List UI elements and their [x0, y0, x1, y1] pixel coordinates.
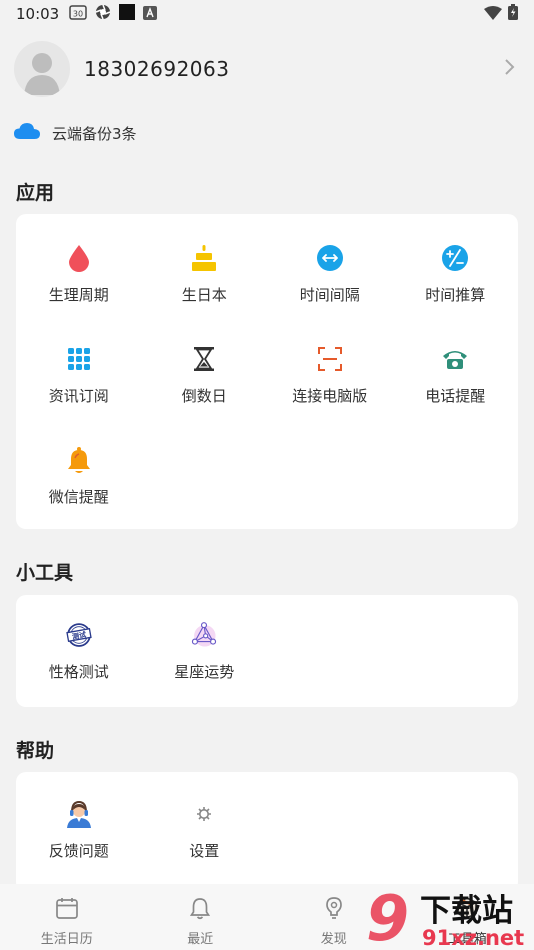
- tab-label: 生活日历: [40, 932, 93, 947]
- app-time-interval[interactable]: 时间间隔: [267, 214, 393, 315]
- tab-label: 最近: [187, 932, 214, 947]
- constellation-icon: [190, 621, 218, 649]
- app-label: 时间间隔: [299, 286, 360, 304]
- app-label: 生日本: [181, 286, 227, 304]
- calc-icon: [441, 244, 469, 272]
- profile-row[interactable]: 18302692063: [0, 38, 534, 100]
- apps-card: 生理周期 生日本 时间间隔 时间推算 资讯订阅 倒数日 连接电脑版 电话提醒 微…: [16, 214, 518, 529]
- cloud-backup-text: 云端备份3条: [52, 124, 137, 143]
- scan-icon: [316, 345, 344, 373]
- chevron-right-icon[interactable]: [504, 58, 516, 80]
- tool-horoscope[interactable]: 星座运势: [142, 595, 268, 696]
- section-title-apps: 应用: [16, 182, 55, 204]
- bulb-icon: [322, 896, 346, 924]
- gear-icon: [190, 800, 218, 828]
- tools-card: 测试 性格测试 星座运势: [16, 595, 518, 707]
- interval-icon: [316, 244, 344, 272]
- svg-text:91xz.net: 91xz.net: [422, 926, 524, 948]
- section-title-tools: 小工具: [16, 562, 74, 584]
- app-label: 倒数日: [181, 387, 227, 405]
- tab-recent[interactable]: 最近: [134, 884, 268, 950]
- drop-icon: [65, 244, 93, 272]
- app-label: 微信提醒: [48, 488, 109, 506]
- a-status-icon: [143, 5, 158, 24]
- help-settings[interactable]: 设置: [142, 772, 268, 873]
- app-time-calc[interactable]: 时间推算: [393, 214, 519, 315]
- square-status-icon: [119, 4, 136, 24]
- section-title-help: 帮助: [16, 740, 55, 762]
- test-stamp-icon: 测试: [65, 621, 93, 649]
- help-label: 设置: [189, 842, 220, 860]
- app-menstrual-cycle[interactable]: 生理周期: [16, 214, 142, 315]
- app-countdown[interactable]: 倒数日: [142, 315, 268, 416]
- app-wechat-reminder[interactable]: 微信提醒: [16, 416, 142, 517]
- svg-text:9: 9: [366, 888, 409, 948]
- tool-label: 星座运势: [174, 663, 235, 681]
- grid-icon: [65, 345, 93, 373]
- tool-label: 性格测试: [48, 663, 109, 681]
- battery-icon: [508, 4, 518, 24]
- aperture-status-icon: [95, 4, 111, 24]
- support-agent-icon: [65, 800, 93, 828]
- bell-icon: [65, 446, 93, 474]
- tab-life-calendar[interactable]: 生活日历: [0, 884, 134, 950]
- help-label: 反馈问题: [48, 842, 109, 860]
- app-news-subscribe[interactable]: 资讯订阅: [16, 315, 142, 416]
- app-label: 资讯订阅: [48, 387, 109, 405]
- bell-icon: [188, 896, 212, 924]
- tool-personality-test[interactable]: 测试 性格测试: [16, 595, 142, 696]
- watermark-logo: 9 下载站 91xz.net: [364, 882, 532, 950]
- status-bar: 10:03 30: [0, 0, 534, 28]
- status-time: 10:03: [16, 5, 60, 23]
- app-connect-pc[interactable]: 连接电脑版: [267, 315, 393, 416]
- app-phone-reminder[interactable]: 电话提醒: [393, 315, 519, 416]
- calendar-icon: [55, 896, 79, 924]
- app-birthday-book[interactable]: 生日本: [142, 214, 268, 315]
- avatar[interactable]: [14, 41, 70, 97]
- app-label: 生理周期: [48, 286, 109, 304]
- cloud-icon: [14, 122, 40, 144]
- app-label: 电话提醒: [425, 387, 486, 405]
- wifi-icon: [484, 5, 502, 24]
- help-feedback[interactable]: 反馈问题: [16, 772, 142, 873]
- svg-text:30: 30: [73, 10, 83, 19]
- phone-number: 18302692063: [84, 57, 230, 81]
- help-card: 反馈问题 设置: [16, 772, 518, 892]
- calendar-status-icon: 30: [69, 4, 87, 24]
- tab-label: 发现: [320, 932, 347, 947]
- svg-text:下载站: 下载站: [420, 893, 513, 929]
- app-label: 连接电脑版: [292, 387, 368, 405]
- app-label: 时间推算: [425, 286, 486, 304]
- phone-icon: [441, 345, 469, 373]
- hourglass-icon: [190, 345, 218, 373]
- cloud-backup-row[interactable]: 云端备份3条: [14, 122, 137, 144]
- cake-icon: [190, 244, 218, 272]
